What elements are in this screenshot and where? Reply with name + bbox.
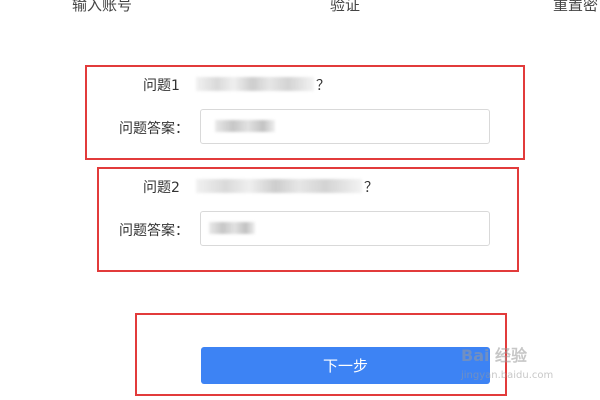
step-verify: 验证	[330, 0, 361, 14]
question-1-text-blurred	[196, 77, 314, 91]
question-2-label: 问题2	[143, 180, 180, 196]
next-step-button[interactable]: 下一步	[201, 347, 490, 384]
answer-2-input[interactable]	[200, 211, 490, 246]
answer-2-label: 问题答案：	[119, 223, 189, 239]
question-1-mark: ？	[316, 78, 330, 94]
question-1-label: 问题1	[143, 78, 180, 94]
watermark-url: jingyan.baidu.com	[461, 370, 554, 381]
answer-1-value-blurred	[215, 120, 275, 132]
watermark-brand: Bai 经验	[461, 346, 528, 365]
answer-1-label: 问题答案：	[119, 121, 189, 137]
question-2-text-blurred	[196, 179, 362, 193]
step-reset-password: 重置密	[553, 0, 599, 14]
question-2-mark: ？	[364, 180, 378, 196]
answer-2-value-blurred	[209, 222, 255, 234]
baidu-jingyan-watermark: Bai 经验 jingyan.baidu.com	[455, 340, 595, 395]
answer-1-input[interactable]	[200, 109, 490, 144]
step-input-account: 输入账号	[72, 0, 133, 14]
